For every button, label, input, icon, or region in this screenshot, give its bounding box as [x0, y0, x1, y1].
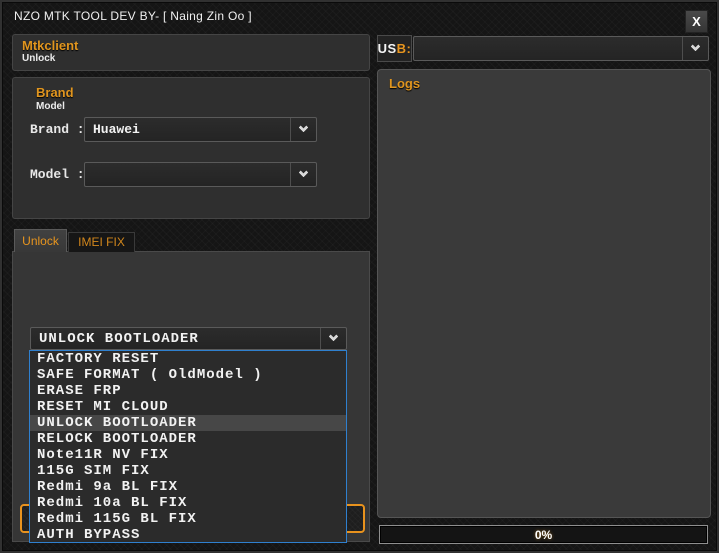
- dropdown-option[interactable]: RESET MI CLOUD: [30, 399, 346, 415]
- app-window: NZO MTK TOOL DEV BY- [ Naing Zin Oo ] X …: [0, 0, 719, 553]
- title-bar[interactable]: NZO MTK TOOL DEV BY- [ Naing Zin Oo ] X: [2, 2, 717, 30]
- operation-combobox[interactable]: UNLOCK BOOTLOADER: [30, 327, 347, 350]
- model-value: [85, 163, 290, 186]
- dropdown-option[interactable]: Note11R NV FIX: [30, 447, 346, 463]
- operation-dropdown-list: FACTORY RESET SAFE FORMAT ( OldModel ) E…: [29, 350, 347, 543]
- dropdown-option[interactable]: RELOCK BOOTLOADER: [30, 431, 346, 447]
- tab-unlock[interactable]: Unlock: [14, 229, 67, 252]
- logs-panel: Logs: [377, 69, 711, 518]
- mtkclient-subtitle: Unlock: [22, 53, 369, 64]
- dropdown-option[interactable]: SAFE FORMAT ( OldModel ): [30, 367, 346, 383]
- progress-value: 0%: [535, 528, 552, 542]
- logs-title: Logs: [389, 76, 420, 91]
- close-icon[interactable]: X: [685, 10, 708, 33]
- usb-label: US B:: [377, 35, 412, 62]
- brand-group-subtitle: Model: [36, 101, 65, 112]
- brand-value: Huawei: [85, 118, 290, 141]
- tab-imei-fix[interactable]: IMEI FIX: [68, 232, 135, 252]
- dropdown-option[interactable]: FACTORY RESET: [30, 351, 346, 367]
- dropdown-option[interactable]: Redmi 115G BL FIX: [30, 511, 346, 527]
- dropdown-option[interactable]: Redmi 9a BL FIX: [30, 479, 346, 495]
- brand-group-title: Brand: [36, 85, 74, 100]
- progress-bar: 0%: [379, 525, 708, 544]
- usb-label-orange: B:: [397, 41, 412, 56]
- brand-combobox[interactable]: Huawei: [84, 117, 317, 142]
- chevron-down-icon: [682, 37, 708, 60]
- chevron-down-icon: [320, 328, 346, 349]
- dropdown-option[interactable]: AUTH BYPASS: [30, 527, 346, 543]
- operation-value: UNLOCK BOOTLOADER: [31, 328, 320, 349]
- chevron-down-icon: [290, 163, 316, 186]
- chevron-down-icon: [290, 118, 316, 141]
- dropdown-option-selected[interactable]: UNLOCK BOOTLOADER: [30, 415, 346, 431]
- usb-label-white: US: [378, 41, 397, 56]
- window-title: NZO MTK TOOL DEV BY- [ Naing Zin Oo ]: [14, 9, 252, 23]
- model-combobox[interactable]: [84, 162, 317, 187]
- usb-value: [414, 37, 682, 60]
- usb-combobox[interactable]: [413, 36, 709, 61]
- brand-label: Brand :: [30, 122, 85, 137]
- dropdown-option[interactable]: ERASE FRP: [30, 383, 346, 399]
- mtkclient-header-panel: Mtkclient Unlock: [12, 34, 370, 71]
- brand-model-group: Brand Model Brand : Huawei Model :: [12, 77, 370, 219]
- model-label: Model :: [30, 167, 85, 182]
- mtkclient-title: Mtkclient: [22, 38, 369, 53]
- dropdown-option[interactable]: 115G SIM FIX: [30, 463, 346, 479]
- dropdown-option[interactable]: Redmi 10a BL FIX: [30, 495, 346, 511]
